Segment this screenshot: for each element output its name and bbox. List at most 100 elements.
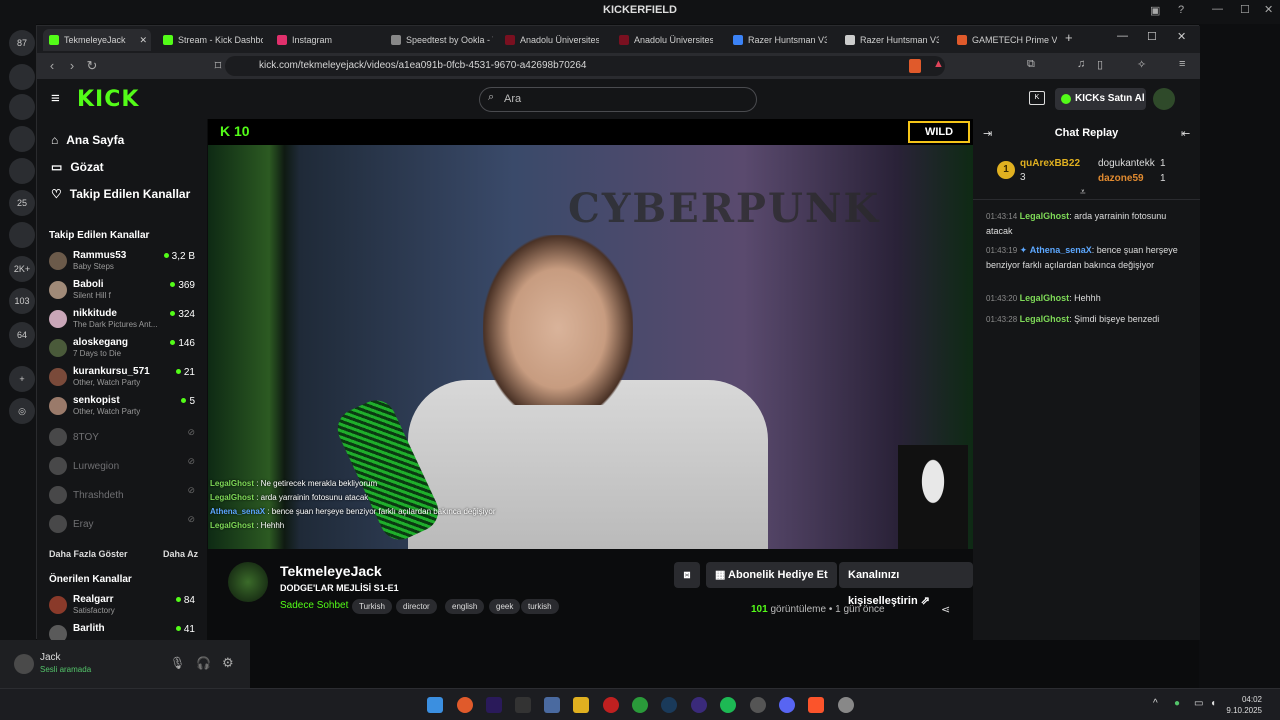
- tab-tekmeleyejack[interactable]: TekmeleyeJack ✕: [43, 29, 151, 51]
- popout-icon[interactable]: ⇤: [1181, 127, 1190, 140]
- tab-instagram[interactable]: Instagram: [271, 29, 381, 51]
- leaderboard-user[interactable]: quArexBB22: [1020, 158, 1080, 169]
- url-field[interactable]: kick.com/tekmeleyejack/videos/a1ea091b-0…: [225, 56, 945, 76]
- server-icon[interactable]: 2K+: [9, 256, 35, 282]
- close-icon[interactable]: ✕: [1264, 3, 1273, 16]
- discord-icon[interactable]: [779, 697, 795, 713]
- premiere-icon[interactable]: [486, 697, 502, 713]
- category-link[interactable]: Sadece Sohbet: [280, 600, 348, 611]
- server-icon[interactable]: [9, 222, 35, 248]
- sidebar-channel[interactable]: senkopist Other, Watch Party 5: [49, 394, 199, 422]
- app-icon[interactable]: [750, 697, 766, 713]
- sidebar-channel-offline[interactable]: 8TOY ⊘: [49, 425, 199, 453]
- app-icon[interactable]: [544, 697, 560, 713]
- spotify-icon[interactable]: [720, 697, 736, 713]
- tab-kick-dashboard[interactable]: Stream - Kick Dashboa: [157, 29, 263, 51]
- streamer-name[interactable]: TekmeleyeJack: [280, 563, 382, 579]
- extensions-icon[interactable]: ⧉: [1027, 58, 1035, 71]
- network-icon[interactable]: ▭: [1194, 698, 1203, 709]
- server-icon[interactable]: 64: [9, 322, 35, 348]
- settings-icon[interactable]: [838, 697, 854, 713]
- app-icon[interactable]: [603, 697, 619, 713]
- brave-icon[interactable]: [808, 697, 824, 713]
- sidebar-channel[interactable]: kurankursu_571 Other, Watch Party 21: [49, 365, 199, 393]
- xbox-icon[interactable]: [632, 697, 648, 713]
- gift-sub-button[interactable]: ▦ Abonelik Hediye Et: [706, 562, 837, 588]
- headphones-icon[interactable]: 🎧: [196, 656, 211, 670]
- minimize-icon[interactable]: —: [1212, 3, 1223, 15]
- forward-icon[interactable]: ›: [63, 57, 81, 75]
- leo-icon[interactable]: ✧: [1137, 58, 1146, 71]
- file-explorer-icon[interactable]: [573, 697, 589, 713]
- tray-chevron-icon[interactable]: ^: [1153, 698, 1158, 709]
- server-icon[interactable]: [9, 64, 35, 90]
- tag[interactable]: director: [396, 599, 437, 614]
- volume-icon[interactable]: ◖: [1210, 698, 1216, 709]
- add-server-icon[interactable]: +: [9, 366, 35, 392]
- tag[interactable]: geek: [489, 599, 521, 614]
- clip-icon[interactable]: ⧈: [674, 562, 700, 588]
- app-icon[interactable]: [691, 697, 707, 713]
- media-icon[interactable]: ♫: [1077, 58, 1085, 70]
- show-more-button[interactable]: Daha Fazla Göster: [49, 549, 128, 559]
- avatar[interactable]: [14, 654, 34, 674]
- sidebar-channel-offline[interactable]: Eray ⊘: [49, 512, 199, 540]
- menu-icon[interactable]: ≡: [1179, 58, 1185, 70]
- leaderboard-user[interactable]: dogukantekk: [1098, 158, 1155, 169]
- server-icon[interactable]: [9, 94, 35, 120]
- help-icon[interactable]: ?: [1178, 4, 1184, 16]
- mic-tray-icon[interactable]: ●: [1174, 698, 1180, 709]
- show-less-button[interactable]: Daha Az: [163, 549, 198, 559]
- kick-logo[interactable]: KICK: [77, 87, 139, 112]
- tab-close-icon[interactable]: ✕: [139, 35, 147, 46]
- sidebar-channel-offline[interactable]: Lurwegion ⊘: [49, 454, 199, 482]
- server-icon[interactable]: [9, 126, 35, 152]
- expand-leaderboard-icon[interactable]: ⩡: [1080, 187, 1086, 198]
- tag[interactable]: Turkish: [352, 599, 392, 614]
- app-icon[interactable]: [457, 697, 473, 713]
- sidebar-channel[interactable]: nikkitude The Dark Pictures Ant... 324: [49, 307, 199, 335]
- maximize-icon[interactable]: ☐: [1240, 3, 1250, 16]
- server-icon[interactable]: 87: [9, 30, 35, 56]
- server-icon[interactable]: 25: [9, 190, 35, 216]
- sidebar-channel-offline[interactable]: Thrashdeth ⊘: [49, 483, 199, 511]
- brave-shield-icon[interactable]: [909, 59, 921, 73]
- sidebar-channel[interactable]: Realgarr Satisfactory 84: [49, 593, 199, 621]
- epic-games-icon[interactable]: [515, 697, 531, 713]
- settings-gear-icon[interactable]: ⚙: [222, 655, 234, 671]
- sidebar-channel[interactable]: aloskegang 7 Days to Die 146: [49, 336, 199, 364]
- tab-speedtest[interactable]: Speedtest by Ookla - T: [385, 29, 493, 51]
- video-player[interactable]: CYBERPUNK K 10 WILD LegalGhost : Ne geti…: [208, 119, 973, 549]
- avatar[interactable]: [228, 562, 268, 602]
- nav-home[interactable]: ⌂ Ana Sayfa: [51, 133, 124, 147]
- steam-icon[interactable]: [661, 697, 677, 713]
- share-icon[interactable]: ⋖: [941, 603, 950, 616]
- sidebar-channel[interactable]: Baboli Silent Hill f 369: [49, 278, 199, 306]
- sidebar-channel[interactable]: Barlith 41: [49, 622, 199, 640]
- back-icon[interactable]: ‹: [43, 57, 61, 75]
- leaderboard-user[interactable]: dazone59: [1098, 173, 1144, 184]
- tab-gametech[interactable]: GAMETECH Prime V2: [951, 29, 1057, 51]
- server-icon[interactable]: [9, 158, 35, 184]
- tag[interactable]: turkish: [521, 599, 559, 614]
- discover-icon[interactable]: ◎: [9, 398, 35, 424]
- sidebar-channel[interactable]: Rammus53 Baby Steps 3,2 B: [49, 249, 199, 277]
- new-tab-button[interactable]: +: [1065, 30, 1073, 45]
- customize-channel-button[interactable]: Kanalınızı kişiselleştirin ⇗: [839, 562, 973, 607]
- inbox-icon[interactable]: ▣: [1150, 4, 1160, 17]
- nav-browse[interactable]: ▭ Gözat: [51, 160, 104, 174]
- clock[interactable]: 04:02 9.10.2025: [1222, 694, 1262, 716]
- tab-anadolu-2[interactable]: Anadolu Üniversitesi A: [613, 29, 713, 51]
- search-input[interactable]: Ara: [479, 87, 757, 112]
- nav-following[interactable]: ♡ Takip Edilen Kanallar: [51, 187, 190, 201]
- microphone-icon[interactable]: 🎙: [170, 656, 185, 670]
- avatar[interactable]: [1153, 88, 1175, 110]
- tab-razer-1[interactable]: Razer Huntsman V3 P: [727, 29, 827, 51]
- tag[interactable]: english: [445, 599, 485, 614]
- window-maximize-icon[interactable]: ☐: [1147, 30, 1157, 43]
- kick-wallet-icon[interactable]: K: [1029, 91, 1045, 105]
- rewards-icon[interactable]: ▲: [933, 58, 944, 70]
- tab-razer-2[interactable]: Razer Huntsman V3 P: [839, 29, 939, 51]
- sidebar-toggle-icon[interactable]: ▯: [1097, 58, 1103, 71]
- reload-icon[interactable]: ↻: [83, 57, 101, 75]
